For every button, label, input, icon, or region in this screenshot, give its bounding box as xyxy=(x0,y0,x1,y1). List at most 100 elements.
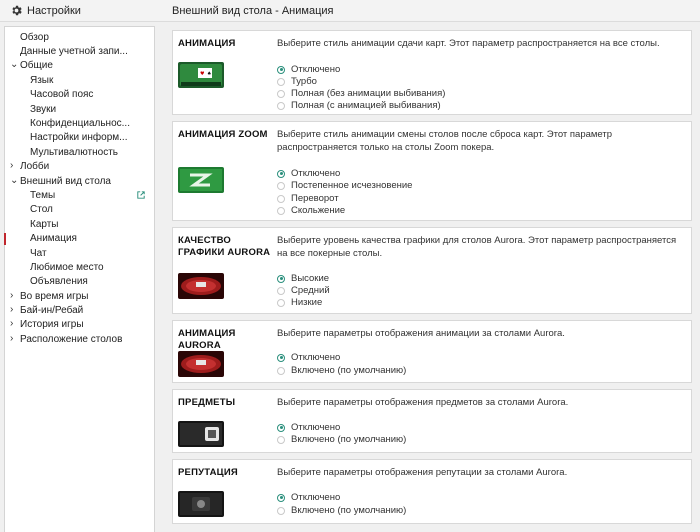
radio-button[interactable] xyxy=(277,423,285,432)
chevron-right-icon: › xyxy=(10,318,14,329)
chevron-right-icon: › xyxy=(10,333,14,344)
sidebar-item-multicurrency[interactable]: Мультивалютность xyxy=(5,146,154,160)
sidebar-item-label: Чат xyxy=(30,248,47,259)
chevron-right-icon: › xyxy=(10,304,14,315)
radio-button[interactable] xyxy=(277,353,285,362)
sidebar-item-label: Язык xyxy=(30,75,54,86)
option-label: Низкие xyxy=(291,297,323,308)
page-title: Внешний вид стола - Анимация xyxy=(172,5,334,17)
sidebar: Обзор Данные учетной запи... ⌄ Общие Язык… xyxy=(4,26,155,532)
option-zoom-slide[interactable]: Скольжение xyxy=(277,204,345,217)
section-description: Выберите уровень качества графики для ст… xyxy=(277,235,677,259)
chevron-right-icon: › xyxy=(10,160,14,171)
radio-button[interactable] xyxy=(277,506,285,515)
zoom-preview-icon xyxy=(178,167,224,193)
app-title: Настройки xyxy=(10,4,81,17)
sidebar-item-sounds[interactable]: Звуки xyxy=(5,103,154,117)
section-aurora-quality: КАЧЕСТВО ГРАФИКИ AURORA Выберите уровень… xyxy=(172,227,692,314)
radio-button[interactable] xyxy=(277,77,285,86)
sidebar-item-info-settings[interactable]: Настройки информ... xyxy=(5,131,154,145)
radio-button[interactable] xyxy=(277,206,285,215)
option-label: Высокие xyxy=(291,273,330,284)
option-zoom-fade[interactable]: Постепенное исчезновение xyxy=(277,179,412,192)
sidebar-item-buyin-rebuy[interactable]: › Бай-ин/Ребай xyxy=(5,304,154,318)
sidebar-item-favorite-seat[interactable]: Любимое место xyxy=(5,261,154,275)
section-title: АНИМАЦИЯ ZOOM xyxy=(178,129,268,140)
sidebar-item-chat[interactable]: Чат xyxy=(5,247,154,261)
sidebar-item-label: Анимация xyxy=(30,233,77,244)
sidebar-item-label: Настройки информ... xyxy=(30,132,128,143)
option-label: Скольжение xyxy=(291,205,346,216)
title-bar: Настройки Внешний вид стола - Анимация xyxy=(0,0,700,22)
radio-button[interactable] xyxy=(277,169,285,178)
sidebar-item-general[interactable]: ⌄ Общие xyxy=(5,59,154,73)
sidebar-item-table-layout[interactable]: › Расположение столов xyxy=(5,333,154,347)
sidebar-item-game-history[interactable]: › История игры xyxy=(5,318,154,332)
gear-icon xyxy=(12,5,22,16)
radio-button[interactable] xyxy=(277,435,285,444)
reputation-preview-icon xyxy=(178,491,224,517)
section-animation: АНИМАЦИЯ Выберите стиль анимации сдачи к… xyxy=(172,30,692,115)
sidebar-item-table[interactable]: Стол xyxy=(5,203,154,217)
sidebar-item-label: Лобби xyxy=(20,161,50,172)
option-label: Полная (без анимации выбивания) xyxy=(291,88,446,99)
radio-button[interactable] xyxy=(277,298,285,307)
section-title: РЕПУТАЦИЯ xyxy=(178,467,238,478)
section-description: Выберите стиль анимации сдачи карт. Этот… xyxy=(277,38,660,49)
section-title: ПРЕДМЕТЫ xyxy=(178,397,236,408)
sidebar-item-label: Карты xyxy=(30,219,59,230)
option-aurora-anim-off[interactable]: Отключено xyxy=(277,351,340,364)
sidebar-item-label: Звуки xyxy=(30,104,57,115)
option-label: Турбо xyxy=(291,76,317,87)
section-description: Выберите параметры отображения предметов… xyxy=(277,397,569,408)
option-label: Включено (по умолчанию) xyxy=(291,505,407,516)
sidebar-item-label: Конфиденциальнос... xyxy=(30,118,130,129)
radio-button[interactable] xyxy=(277,366,285,375)
option-reputation-off[interactable]: Отключено xyxy=(277,491,340,504)
sidebar-item-label: Темы xyxy=(30,190,56,201)
option-label: Отключено xyxy=(291,352,341,363)
section-zoom-animation: АНИМАЦИЯ ZOOM Выберите стиль анимации см… xyxy=(172,121,692,221)
section-description: Выберите стиль анимации смены столов пос… xyxy=(277,129,613,153)
section-aurora-animation: АНИМАЦИЯ AURORA Выберите параметры отобр… xyxy=(172,320,692,383)
option-aurora-anim-on[interactable]: Включено (по умолчанию) xyxy=(277,364,406,377)
radio-button[interactable] xyxy=(277,274,285,283)
aurora-animation-preview-icon xyxy=(178,351,224,377)
sidebar-item-overview[interactable]: Обзор xyxy=(5,31,154,45)
sidebar-item-lobby[interactable]: › Лобби xyxy=(5,160,154,174)
sidebar-item-table-appearance[interactable]: ⌄ Внешний вид стола xyxy=(5,175,154,189)
sidebar-item-label: Объявления xyxy=(30,276,88,287)
option-animation-full-bust[interactable]: Полная (с анимацией выбивания) xyxy=(277,99,441,112)
radio-button[interactable] xyxy=(277,493,285,502)
sidebar-item-privacy[interactable]: Конфиденциальнос... xyxy=(5,117,154,131)
sidebar-item-label: Расположение столов xyxy=(20,334,123,345)
aurora-table-preview-icon xyxy=(178,273,224,299)
radio-button[interactable] xyxy=(277,101,285,110)
sidebar-item-label: Во время игры xyxy=(20,291,89,302)
option-items-on[interactable]: Включено (по умолчанию) xyxy=(277,433,406,446)
sidebar-item-animation[interactable]: Анимация xyxy=(4,232,154,246)
radio-button[interactable] xyxy=(277,194,285,203)
sidebar-item-label: Обзор xyxy=(20,32,49,43)
sidebar-item-announcements[interactable]: Объявления xyxy=(5,275,154,289)
sidebar-item-label: Часовой пояс xyxy=(30,89,94,100)
section-items: ПРЕДМЕТЫ Выберите параметры отображения … xyxy=(172,389,692,453)
option-quality-low[interactable]: Низкие xyxy=(277,296,322,309)
items-preview-icon xyxy=(178,421,224,447)
radio-button[interactable] xyxy=(277,65,285,74)
option-label: Постепенное исчезновение xyxy=(291,180,413,191)
option-label: Полная (с анимацией выбивания) xyxy=(291,100,441,111)
section-description: Выберите параметры отображения анимации … xyxy=(277,328,565,339)
sidebar-item-during-game[interactable]: › Во время игры xyxy=(5,290,154,304)
sidebar-item-timezone[interactable]: Часовой пояс xyxy=(5,88,154,102)
sidebar-item-label: Стол xyxy=(30,204,53,215)
option-label: Отключено xyxy=(291,422,341,433)
sidebar-item-themes[interactable]: Темы xyxy=(5,189,154,203)
option-reputation-on[interactable]: Включено (по умолчанию) xyxy=(277,504,406,517)
sidebar-item-account-data[interactable]: Данные учетной запи... xyxy=(5,45,154,59)
radio-button[interactable] xyxy=(277,89,285,98)
sidebar-item-cards[interactable]: Карты xyxy=(5,218,154,232)
radio-button[interactable] xyxy=(277,181,285,190)
sidebar-item-language[interactable]: Язык xyxy=(5,74,154,88)
radio-button[interactable] xyxy=(277,286,285,295)
